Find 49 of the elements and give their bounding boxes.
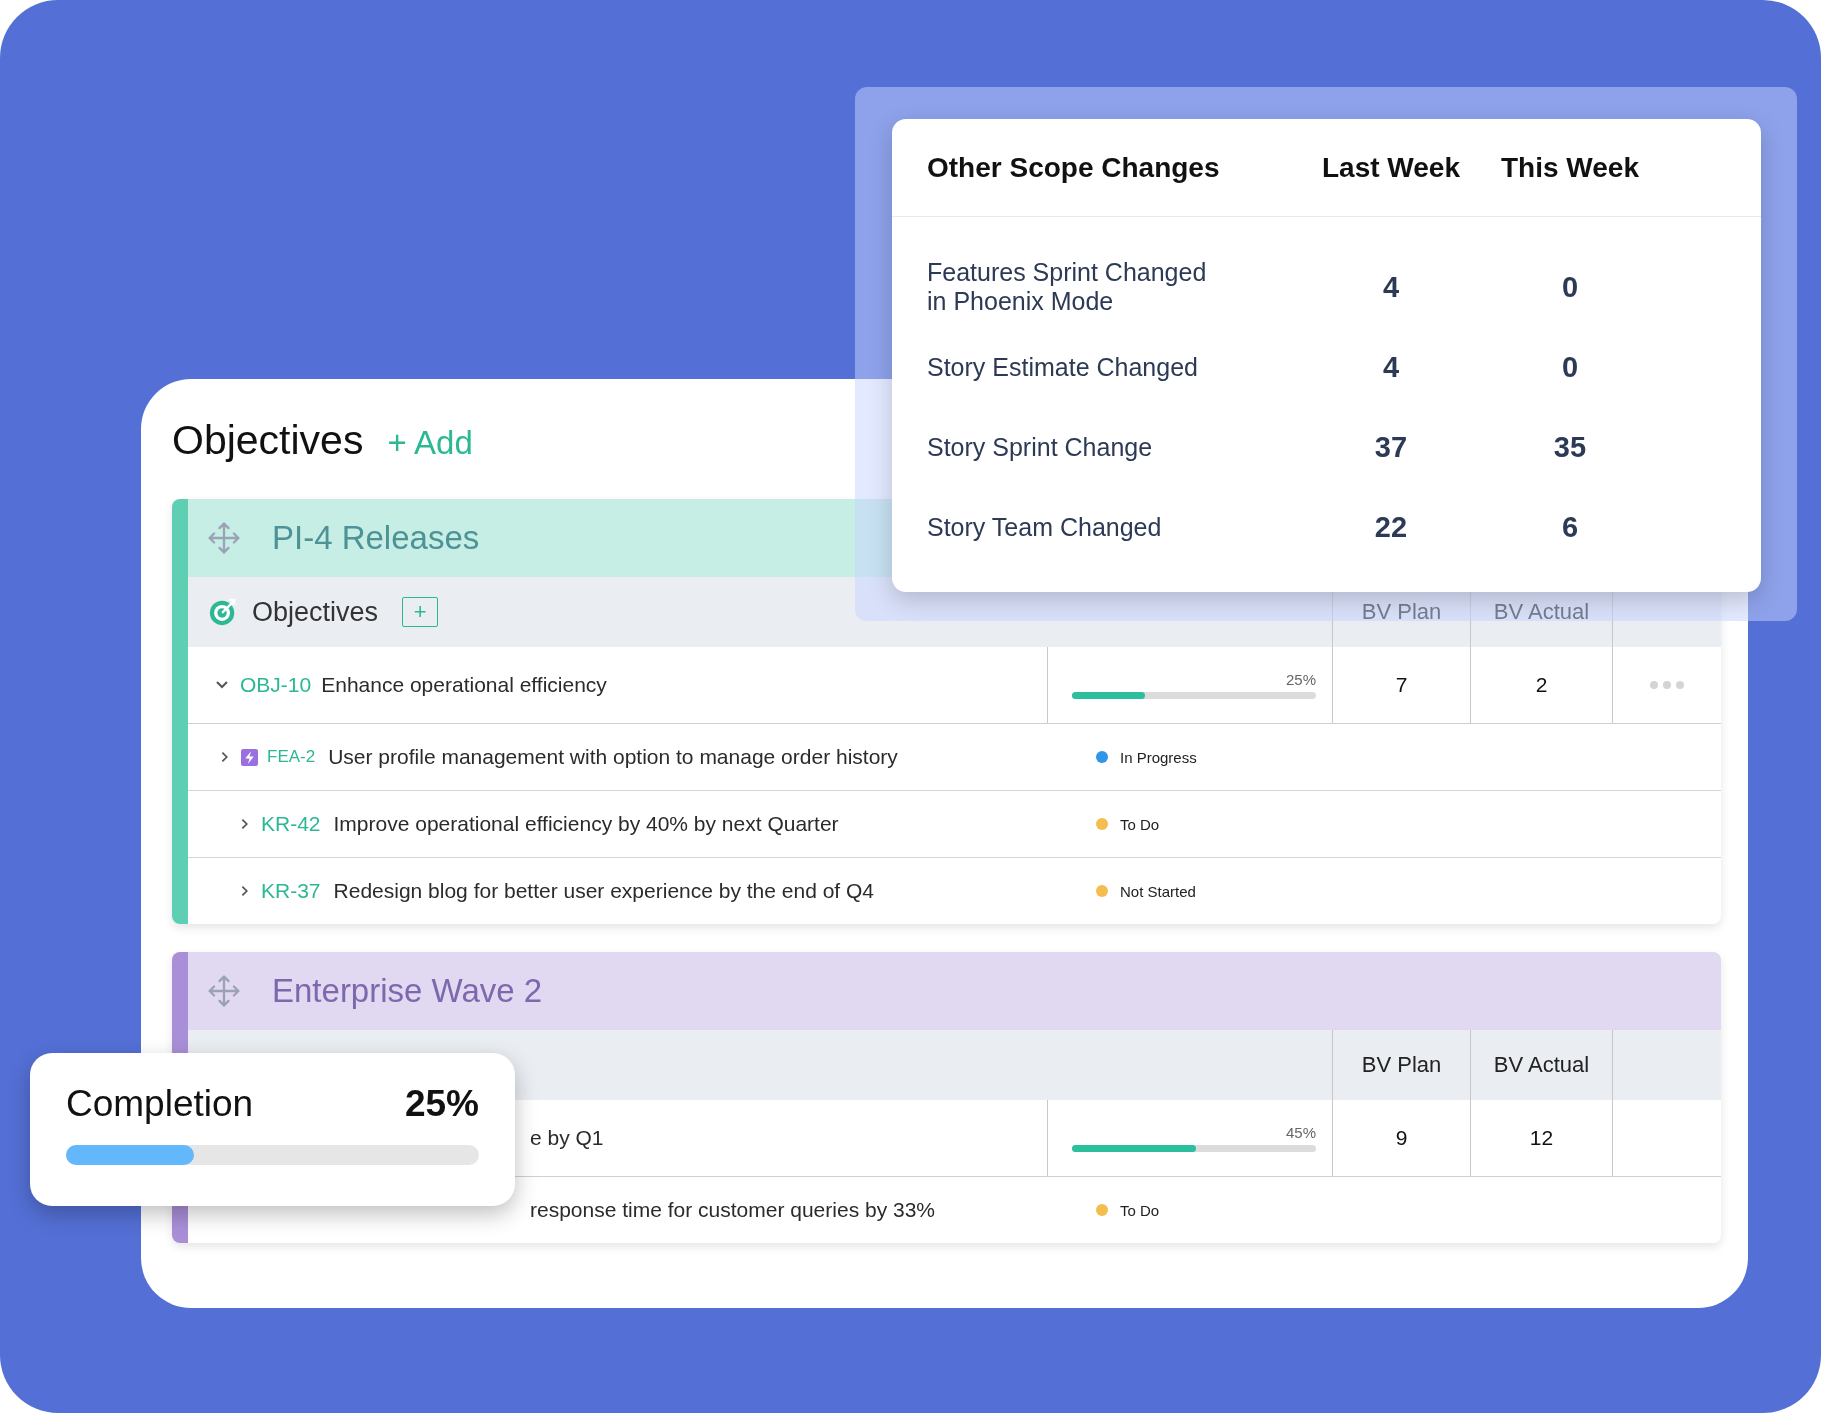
item-title: response time for customer queries by 33% xyxy=(530,1198,936,1222)
column-header: BV Plan xyxy=(1361,599,1442,625)
bv-actual-value: 2 xyxy=(1535,673,1548,697)
add-button[interactable]: + Add xyxy=(387,424,473,462)
bv-plan-value: 9 xyxy=(1395,1126,1408,1150)
item-title: Improve operational efficiency by 40% by next Quarter xyxy=(333,812,839,836)
status-label: To Do xyxy=(1120,815,1160,833)
target-icon xyxy=(208,597,238,627)
completion-value: 25% xyxy=(404,1083,479,1125)
this-week-value: 0 xyxy=(1560,350,1580,384)
section-title: Enterprise Wave 2 xyxy=(272,972,543,1010)
last-week-value: 22 xyxy=(1373,510,1409,544)
column-header: This Week xyxy=(1500,151,1640,184)
last-week-value: 37 xyxy=(1373,430,1409,464)
section-title: PI-4 Releases xyxy=(272,519,480,557)
item-id[interactable]: FEA-2 xyxy=(267,747,316,767)
column-header: Last Week xyxy=(1321,151,1461,184)
subheader-label: Objectives xyxy=(252,596,379,628)
this-week-value: 6 xyxy=(1560,510,1580,544)
scope-change-label: Story Estimate Changed xyxy=(927,352,1199,382)
status-label: Not Started xyxy=(1120,882,1196,900)
scope-change-label: Story Sprint Change xyxy=(927,432,1154,462)
completion-label: Completion xyxy=(66,1083,254,1125)
add-objective-button[interactable]: + xyxy=(402,597,439,627)
lightning-icon xyxy=(241,748,258,766)
objective-title: e by Q1 xyxy=(530,1126,604,1150)
column-header: BV Plan xyxy=(1361,1052,1442,1078)
item-id[interactable]: KR-37 xyxy=(261,879,321,903)
objective-id[interactable]: OBJ-10 xyxy=(240,673,312,697)
this-week-value: 35 xyxy=(1552,430,1588,464)
progress-label: 45% xyxy=(1285,1124,1316,1141)
page-title: Objectives xyxy=(172,417,364,464)
item-id[interactable]: KR-42 xyxy=(261,812,321,836)
column-header: BV Actual xyxy=(1493,1052,1590,1078)
bv-actual-value: 12 xyxy=(1529,1126,1554,1150)
scope-change-label: Features Sprint Changed in Phoenix Mode xyxy=(927,258,1208,316)
status-label: To Do xyxy=(1120,1201,1160,1219)
objective-title: Enhance operational efficiency xyxy=(321,673,607,697)
this-week-value: 0 xyxy=(1560,270,1580,304)
last-week-value: 4 xyxy=(1381,270,1401,304)
item-title: User profile management with option to manage order history xyxy=(328,745,898,769)
status-label: In Progress xyxy=(1120,748,1197,766)
column-header: BV Actual xyxy=(1493,599,1590,625)
last-week-value: 4 xyxy=(1381,350,1401,384)
bv-plan-value: 7 xyxy=(1395,673,1408,697)
scope-change-label: Story Team Changed xyxy=(927,512,1163,542)
item-title: Redesign blog for better user experience by the end of Q4 xyxy=(333,879,875,903)
progress-label: 25% xyxy=(1285,671,1316,688)
column-header: Other Scope Changes xyxy=(927,151,1221,184)
